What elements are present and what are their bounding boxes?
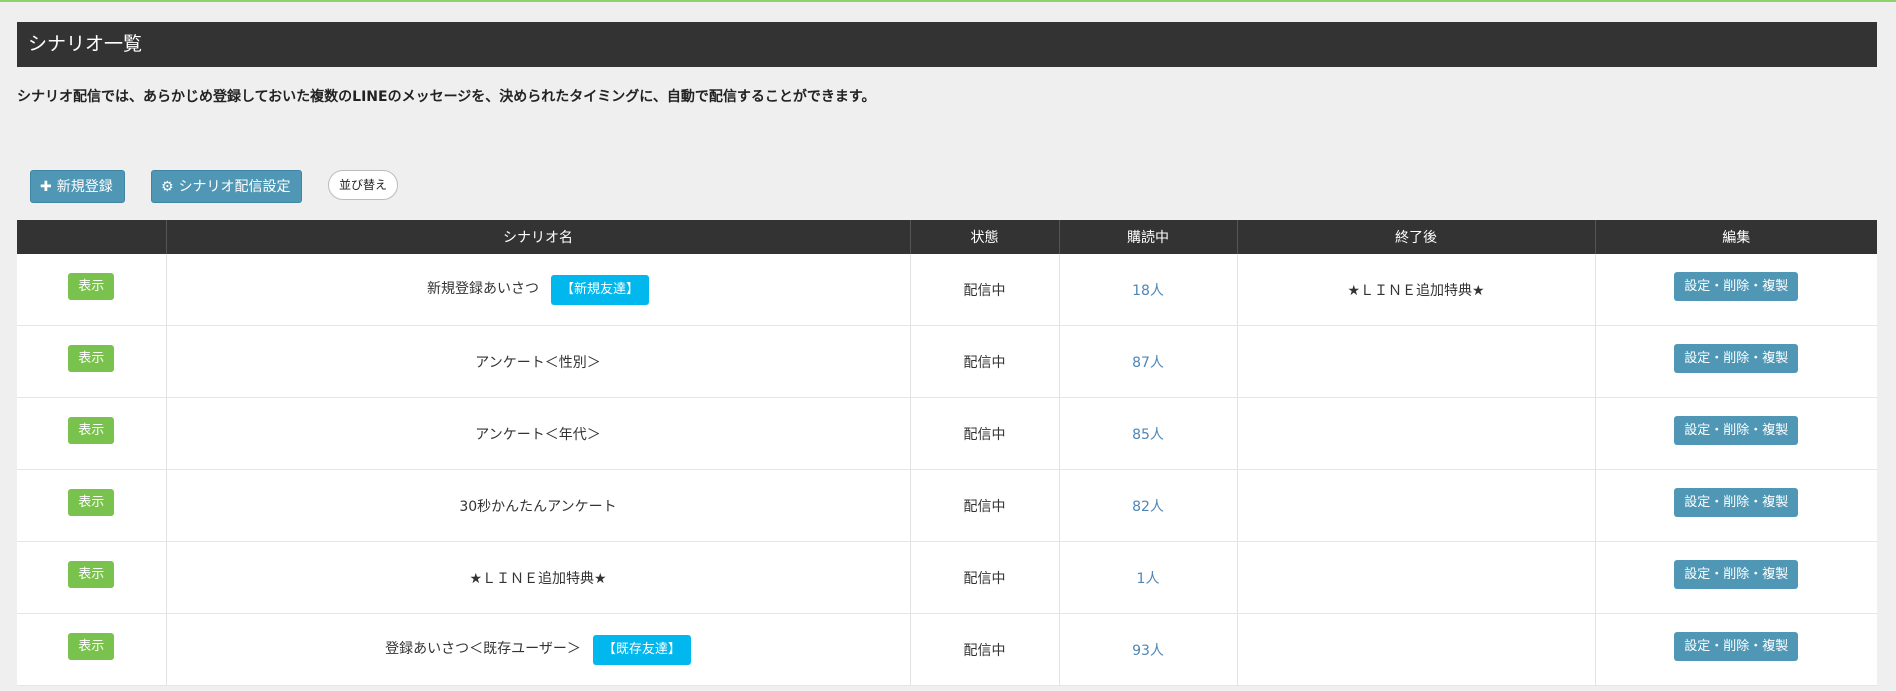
after-end-cell: ★ＬＩＮＥ追加特典★ — [1236, 254, 1595, 326]
after-end-cell — [1236, 325, 1595, 398]
show-button[interactable]: 表示 — [68, 633, 115, 660]
scenario-settings-button[interactable]: ⚙ シナリオ配信設定 — [151, 170, 302, 203]
table-row: 表示 30秒かんたんアンケート 配信中 82人 設定・削除・複製 — [17, 469, 1877, 542]
page-description: シナリオ配信では、あらかじめ登録しておいた複数のLINEのメッセージを、決められ… — [17, 89, 876, 105]
subscriber-count[interactable]: 82人 — [1132, 499, 1164, 515]
show-button[interactable]: 表示 — [68, 345, 115, 372]
header-show — [17, 220, 166, 254]
scenario-name: ★ＬＩＮＥ追加特典★ — [469, 570, 607, 587]
after-end-cell — [1236, 397, 1595, 470]
show-button[interactable]: 表示 — [68, 273, 115, 300]
table-row: 表示 アンケート＜性別＞ 配信中 87人 設定・削除・複製 — [17, 325, 1877, 398]
new-scenario-button[interactable]: ✚ 新規登録 — [30, 170, 125, 203]
top-accent-line — [0, 0, 1896, 2]
subscriber-count[interactable]: 85人 — [1132, 427, 1164, 443]
edit-button[interactable]: 設定・削除・複製 — [1674, 272, 1799, 301]
status-cell: 配信中 — [909, 541, 1059, 614]
edit-button[interactable]: 設定・削除・複製 — [1674, 416, 1799, 445]
subscriber-count[interactable]: 87人 — [1132, 355, 1164, 371]
edit-button[interactable]: 設定・削除・複製 — [1674, 560, 1799, 589]
page-title: シナリオ一覧 — [17, 22, 1877, 67]
table-row: 表示 登録あいさつ＜既存ユーザー＞ 【既存友達】 配信中 93人 設定・削除・複製 — [17, 613, 1877, 686]
new-scenario-label: 新規登録 — [56, 179, 113, 195]
scenario-name: 30秒かんたんアンケート — [459, 498, 617, 515]
after-end-cell — [1236, 613, 1595, 686]
gear-icon: ⚙ — [161, 179, 174, 195]
scenario-tag: 【既存友達】 — [592, 634, 691, 665]
header-subscribers: 購読中 — [1058, 220, 1237, 254]
header-after-end: 終了後 — [1236, 220, 1595, 254]
show-button[interactable]: 表示 — [68, 489, 115, 516]
scenario-name: アンケート＜性別＞ — [475, 354, 601, 371]
header-edit: 編集 — [1594, 220, 1877, 254]
status-cell: 配信中 — [909, 254, 1059, 326]
scenario-tag: 【新規友達】 — [550, 274, 649, 305]
after-end-cell — [1236, 541, 1595, 614]
scenario-settings-label: シナリオ配信設定 — [178, 179, 291, 195]
header-status: 状態 — [909, 220, 1059, 254]
after-end-cell — [1236, 469, 1595, 542]
status-cell: 配信中 — [909, 397, 1059, 470]
status-cell: 配信中 — [909, 613, 1059, 686]
subscriber-count[interactable]: 18人 — [1132, 283, 1164, 299]
scenario-name: 登録あいさつ＜既存ユーザー＞ — [385, 640, 581, 657]
status-cell: 配信中 — [909, 325, 1059, 398]
show-button[interactable]: 表示 — [68, 417, 115, 444]
table-header-row: シナリオ名 状態 購読中 終了後 編集 — [17, 220, 1877, 254]
sort-button[interactable]: 並び替え — [328, 170, 398, 200]
table-row: 表示 アンケート＜年代＞ 配信中 85人 設定・削除・複製 — [17, 397, 1877, 470]
scenario-table: シナリオ名 状態 購読中 終了後 編集 表示 新規登録あいさつ 【新規友達】 配信… — [17, 220, 1877, 686]
edit-button[interactable]: 設定・削除・複製 — [1674, 344, 1799, 373]
subscriber-count[interactable]: 1人 — [1137, 571, 1160, 587]
header-scenario-name: シナリオ名 — [165, 220, 910, 254]
edit-button[interactable]: 設定・削除・複製 — [1674, 488, 1799, 517]
table-row: 表示 新規登録あいさつ 【新規友達】 配信中 18人 ★ＬＩＮＥ追加特典★ 設定・… — [17, 254, 1877, 326]
table-row: 表示 ★ＬＩＮＥ追加特典★ 配信中 1人 設定・削除・複製 — [17, 541, 1877, 614]
subscriber-count[interactable]: 93人 — [1132, 643, 1164, 659]
plus-icon: ✚ — [40, 179, 52, 195]
scenario-name: アンケート＜年代＞ — [475, 426, 601, 443]
status-cell: 配信中 — [909, 469, 1059, 542]
scenario-name: 新規登録あいさつ — [426, 280, 539, 297]
show-button[interactable]: 表示 — [68, 561, 115, 588]
edit-button[interactable]: 設定・削除・複製 — [1674, 632, 1799, 661]
